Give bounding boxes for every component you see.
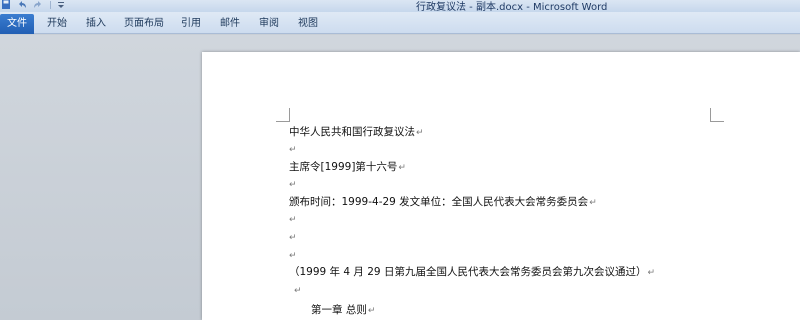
document-line-text: （1999 年 4 月 29 日第九届全国人民代表大会常务委员会第九次会议通过） xyxy=(289,266,647,278)
paragraph-mark-icon: ↵ xyxy=(647,268,655,278)
document-line[interactable]: 第一章 总则↵ xyxy=(311,303,375,318)
quick-access-toolbar xyxy=(0,0,71,12)
document-line[interactable]: 颁布时间：1999-4-29 发文单位：全国人民代表大会常务委员会↵ xyxy=(289,195,597,210)
paragraph-mark-icon: ↵ xyxy=(589,198,597,208)
tab-view[interactable]: 视图 xyxy=(298,15,318,33)
tab-insert[interactable]: 插入 xyxy=(86,15,106,33)
document-line[interactable]: （1999 年 4 月 29 日第九届全国人民代表大会常务委员会第九次会议通过）… xyxy=(289,265,655,280)
paragraph-mark-icon: ↵ xyxy=(416,128,424,138)
title-bar: 行政复议法 - 副本.docx - Microsoft Word xyxy=(0,0,800,13)
tab-references[interactable]: 引用 xyxy=(181,15,201,33)
paragraph-mark-icon: ↵ xyxy=(289,215,297,225)
tab-review[interactable]: 审阅 xyxy=(259,15,279,33)
paragraph-mark-icon: ↵ xyxy=(289,251,297,261)
document-line-text: 中华人民共和国行政复议法 xyxy=(289,126,415,138)
margin-corner-top-left xyxy=(276,108,290,122)
paragraph-mark-icon: ↵ xyxy=(398,163,406,173)
save-icon[interactable] xyxy=(0,0,12,10)
ribbon-tab-bar: 文件 开始 插入 页面布局 引用 邮件 审阅 视图 xyxy=(0,12,800,34)
document-line[interactable]: 主席令[1999]第十六号↵ xyxy=(289,160,406,175)
tab-home[interactable]: 开始 xyxy=(47,15,67,33)
document-line[interactable]: 中华人民共和国行政复议法↵ xyxy=(289,125,424,140)
customize-qat-icon[interactable] xyxy=(55,0,67,10)
tab-file[interactable]: 文件 xyxy=(0,14,34,34)
paragraph-mark-icon: ↵ xyxy=(289,145,297,155)
paragraph-mark-icon: ↵ xyxy=(367,306,376,316)
tab-mailings[interactable]: 邮件 xyxy=(220,15,240,33)
paragraph-mark-icon: ↵ xyxy=(294,286,302,296)
margin-corner-top-right xyxy=(710,108,724,122)
document-line-text: 颁布时间：1999-4-29 发文单位：全国人民代表大会常务委员会 xyxy=(289,196,589,208)
paragraph-mark-icon: ↵ xyxy=(289,233,297,243)
document-line-text: 主席令[1999]第十六号 xyxy=(289,161,398,173)
qat-separator xyxy=(50,1,51,9)
paragraph-mark-icon: ↵ xyxy=(289,180,297,190)
document-line-text: 第一章 总则 xyxy=(311,304,367,316)
undo-icon[interactable] xyxy=(16,0,28,10)
tab-page-layout[interactable]: 页面布局 xyxy=(124,15,164,33)
redo-icon[interactable] xyxy=(32,0,44,10)
